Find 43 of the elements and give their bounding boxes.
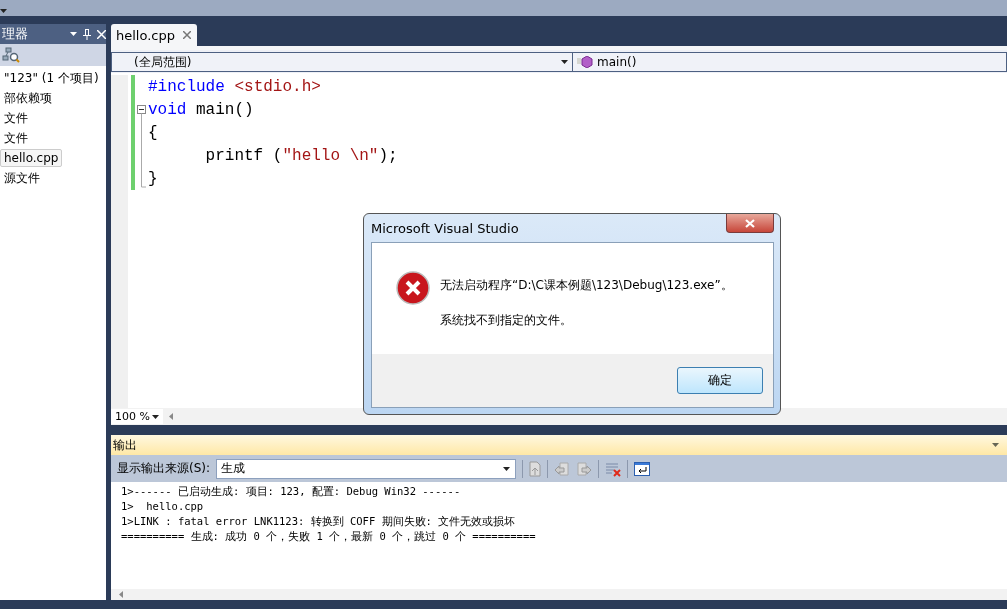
dropdown-arrow-icon[interactable] — [70, 32, 77, 36]
class-view-search-icon[interactable] — [2, 47, 20, 63]
error-detail: 系统找不到指定的文件。 — [440, 312, 573, 329]
method-icon — [577, 56, 593, 68]
source-label: 显示输出来源(S): — [117, 460, 211, 477]
dropdown-arrow-icon[interactable] — [152, 414, 159, 419]
panel-title: 输出 — [113, 436, 137, 454]
tree-item[interactable]: "123" (1 个项目) — [0, 67, 103, 89]
output-line: ========== 生成: 成功 0 个，失败 1 个，最新 0 个，跳过 0 个 ========== — [121, 529, 537, 544]
close-icon[interactable] — [183, 31, 191, 39]
code-line: } — [148, 169, 158, 188]
code-line: { — [148, 123, 158, 142]
scroll-left-icon[interactable] — [169, 413, 173, 420]
tree-item[interactable]: 文件 — [0, 107, 32, 129]
code-line: printf ("hello \n"); — [204, 146, 398, 165]
dialog-title: Microsoft Visual Studio — [371, 220, 519, 236]
word-wrap-icon[interactable] — [634, 461, 651, 476]
error-message: 无法启动程序“D:\C课本例题\123\Debug\123.exe”。 — [440, 277, 733, 294]
zoom-dropdown[interactable]: 100 % — [111, 409, 163, 424]
output-line: 1>LINK : fatal error LNK1123: 转换到 COFF 期间失败: 文件无效或损坏 — [121, 514, 517, 529]
scope-dropdown[interactable]: (全局范围) — [111, 52, 573, 72]
file-tab[interactable]: hello.cpp — [111, 24, 197, 46]
tree-item[interactable]: 部依赖项 — [0, 87, 56, 109]
output-line: 1> hello.cpp — [121, 499, 205, 514]
close-icon — [745, 218, 755, 228]
scroll-left-icon[interactable] — [119, 591, 123, 598]
error-icon — [396, 271, 430, 305]
member-dropdown[interactable]: main() — [573, 52, 1007, 72]
clear-all-icon[interactable] — [605, 460, 622, 477]
code-line: #include <stdio.h> — [148, 77, 321, 96]
output-line: 1>------ 已启动生成: 项目: 123, 配置: Debug Win32 ------ — [121, 484, 462, 499]
dropdown-arrow-icon[interactable] — [503, 466, 511, 471]
source-dropdown[interactable]: 生成 — [216, 458, 517, 479]
code-line: void main() — [148, 100, 254, 119]
pin-icon[interactable] — [83, 28, 91, 40]
tree-item[interactable]: hello.cpp — [0, 149, 63, 167]
tree-item[interactable]: 文件 — [0, 127, 32, 149]
dropdown-arrow-icon[interactable] — [0, 9, 7, 13]
dropdown-arrow-icon[interactable] — [561, 60, 568, 64]
ok-button[interactable]: 确定 — [677, 367, 763, 394]
tree-item[interactable]: 源文件 — [0, 167, 44, 189]
close-button[interactable] — [726, 214, 774, 233]
panel-title: 理器 — [2, 25, 29, 43]
